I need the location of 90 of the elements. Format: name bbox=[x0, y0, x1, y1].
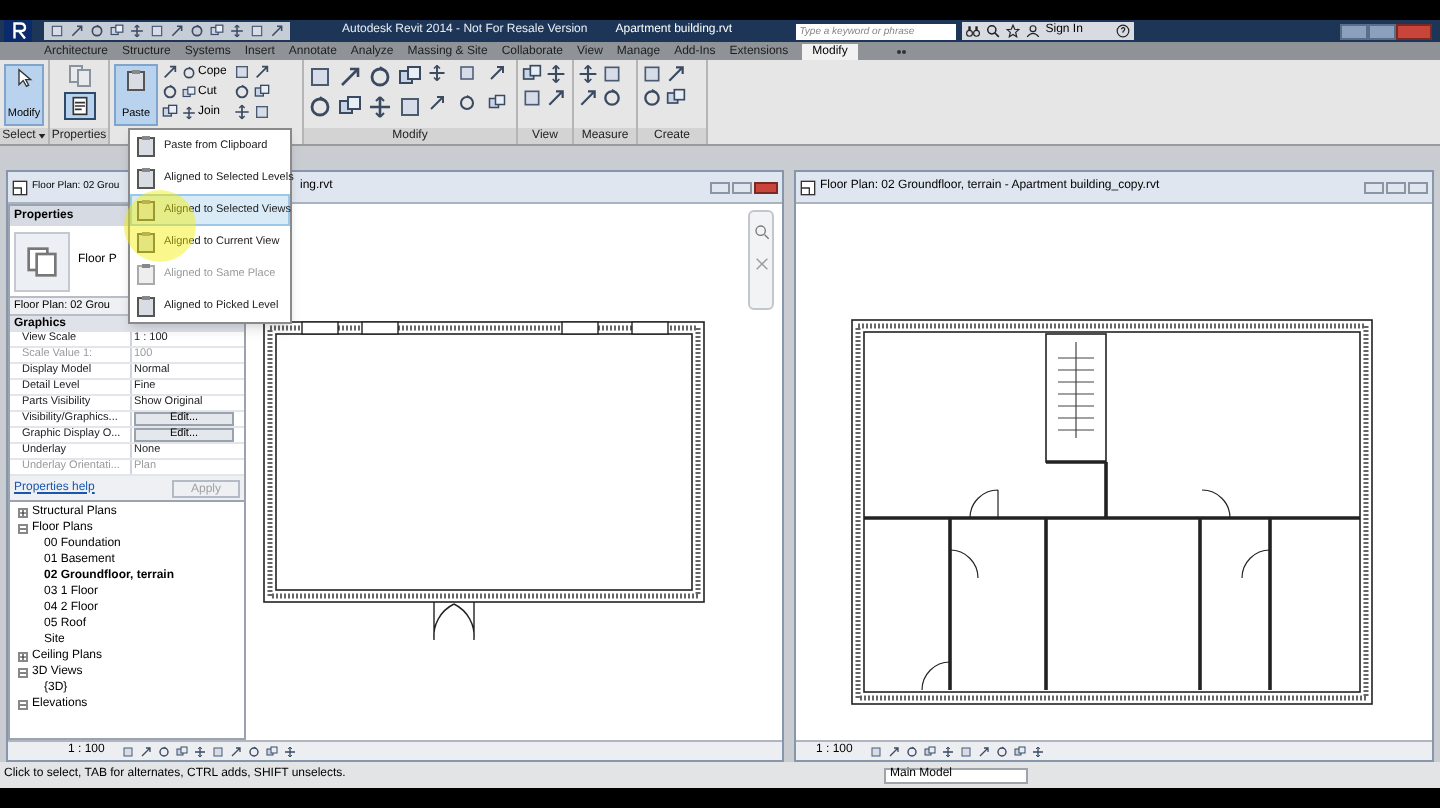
clipboard-icon bbox=[134, 230, 158, 254]
toolbar-icon bbox=[270, 24, 284, 38]
floor-plan-icon bbox=[12, 179, 28, 195]
tool-icon bbox=[182, 106, 196, 120]
clipboard-icon bbox=[134, 294, 158, 318]
tool-icon bbox=[398, 94, 422, 120]
tool-icon bbox=[578, 64, 598, 84]
help-icon bbox=[1116, 24, 1131, 38]
tool-icon bbox=[254, 64, 271, 80]
tool-icon bbox=[284, 745, 297, 757]
tool-icon bbox=[212, 745, 225, 757]
star-icon bbox=[1005, 24, 1020, 38]
tool-icon bbox=[368, 94, 392, 120]
tool-icon bbox=[546, 64, 566, 84]
tool-icon bbox=[368, 64, 392, 90]
expander-icon[interactable] bbox=[18, 507, 28, 517]
expander-icon[interactable] bbox=[18, 699, 28, 709]
tool-icon bbox=[230, 745, 243, 757]
tool-icon bbox=[308, 94, 332, 120]
tool-icon bbox=[942, 745, 955, 757]
clipboard-icon bbox=[134, 262, 158, 286]
tool-icon bbox=[428, 64, 446, 82]
floor-plan-icon bbox=[800, 179, 816, 195]
tool-icon bbox=[978, 745, 991, 757]
toolbar-icon bbox=[70, 24, 84, 38]
tool-icon bbox=[458, 94, 476, 112]
toolbar-icon bbox=[170, 24, 184, 38]
tool-icon bbox=[182, 66, 196, 80]
app-logo-icon bbox=[9, 22, 27, 40]
cursor-icon bbox=[14, 68, 34, 88]
properties-icon bbox=[69, 96, 89, 116]
tool-icon bbox=[122, 745, 135, 757]
tool-icon bbox=[546, 88, 566, 108]
tool-icon bbox=[428, 94, 446, 112]
toolbar-icon bbox=[90, 24, 104, 38]
tool-icon bbox=[338, 64, 362, 90]
clipboard-icon bbox=[134, 166, 158, 190]
tool-icon bbox=[162, 84, 178, 100]
toolbar-icon bbox=[150, 24, 164, 38]
user-icon bbox=[1025, 24, 1040, 38]
toolbar-icon bbox=[210, 24, 224, 38]
tool-icon bbox=[870, 745, 883, 757]
tool-icon bbox=[888, 745, 901, 757]
tool-icon bbox=[308, 64, 332, 90]
tool-icon bbox=[602, 88, 622, 108]
tool-icon bbox=[578, 88, 598, 108]
tool-icon bbox=[996, 745, 1009, 757]
close-button[interactable] bbox=[754, 181, 778, 193]
clipboard-icon bbox=[134, 134, 158, 158]
toolbar-icon bbox=[50, 24, 64, 38]
tool-icon bbox=[158, 745, 171, 757]
maximize-button[interactable] bbox=[1386, 181, 1406, 193]
tool-icon bbox=[522, 64, 542, 84]
expander-icon[interactable] bbox=[18, 651, 28, 661]
tool-icon bbox=[666, 88, 686, 108]
toolbar-icon bbox=[230, 24, 244, 38]
tool-icon bbox=[666, 64, 686, 84]
toolbar-icon bbox=[190, 24, 204, 38]
clipboard-icon bbox=[124, 68, 148, 92]
tool-icon bbox=[140, 745, 153, 757]
navigation-bar[interactable] bbox=[748, 210, 774, 310]
tool-icon bbox=[398, 64, 422, 90]
properties-button[interactable] bbox=[63, 92, 95, 120]
toolbar-icon bbox=[250, 24, 264, 38]
binoculars-icon bbox=[965, 24, 980, 38]
expander-icon[interactable] bbox=[18, 523, 28, 533]
toolbar-icon bbox=[130, 24, 144, 38]
tool-icon bbox=[162, 64, 178, 80]
tool-icon bbox=[1032, 745, 1045, 757]
clipboard-icon bbox=[134, 198, 158, 222]
minimize-button[interactable] bbox=[1340, 23, 1368, 39]
maximize-button[interactable] bbox=[1368, 23, 1396, 39]
tool-icon bbox=[234, 104, 251, 120]
search-icon bbox=[985, 24, 1000, 38]
tool-icon bbox=[194, 745, 207, 757]
caret-icon bbox=[37, 132, 46, 140]
tool-icon bbox=[338, 94, 362, 120]
tool-icon bbox=[642, 88, 662, 108]
minimize-button[interactable] bbox=[1364, 181, 1384, 193]
tool-icon bbox=[248, 745, 261, 757]
toggle-icon bbox=[891, 46, 912, 58]
views-icon bbox=[26, 245, 58, 277]
expander-icon[interactable] bbox=[18, 667, 28, 677]
toolbar-icon bbox=[110, 24, 124, 38]
minimize-button[interactable] bbox=[710, 181, 730, 193]
tool-icon bbox=[234, 84, 251, 100]
tool-icon bbox=[906, 745, 919, 757]
cursor-highlight bbox=[124, 190, 196, 262]
tool-icon bbox=[488, 64, 506, 82]
tool-icon bbox=[960, 745, 973, 757]
